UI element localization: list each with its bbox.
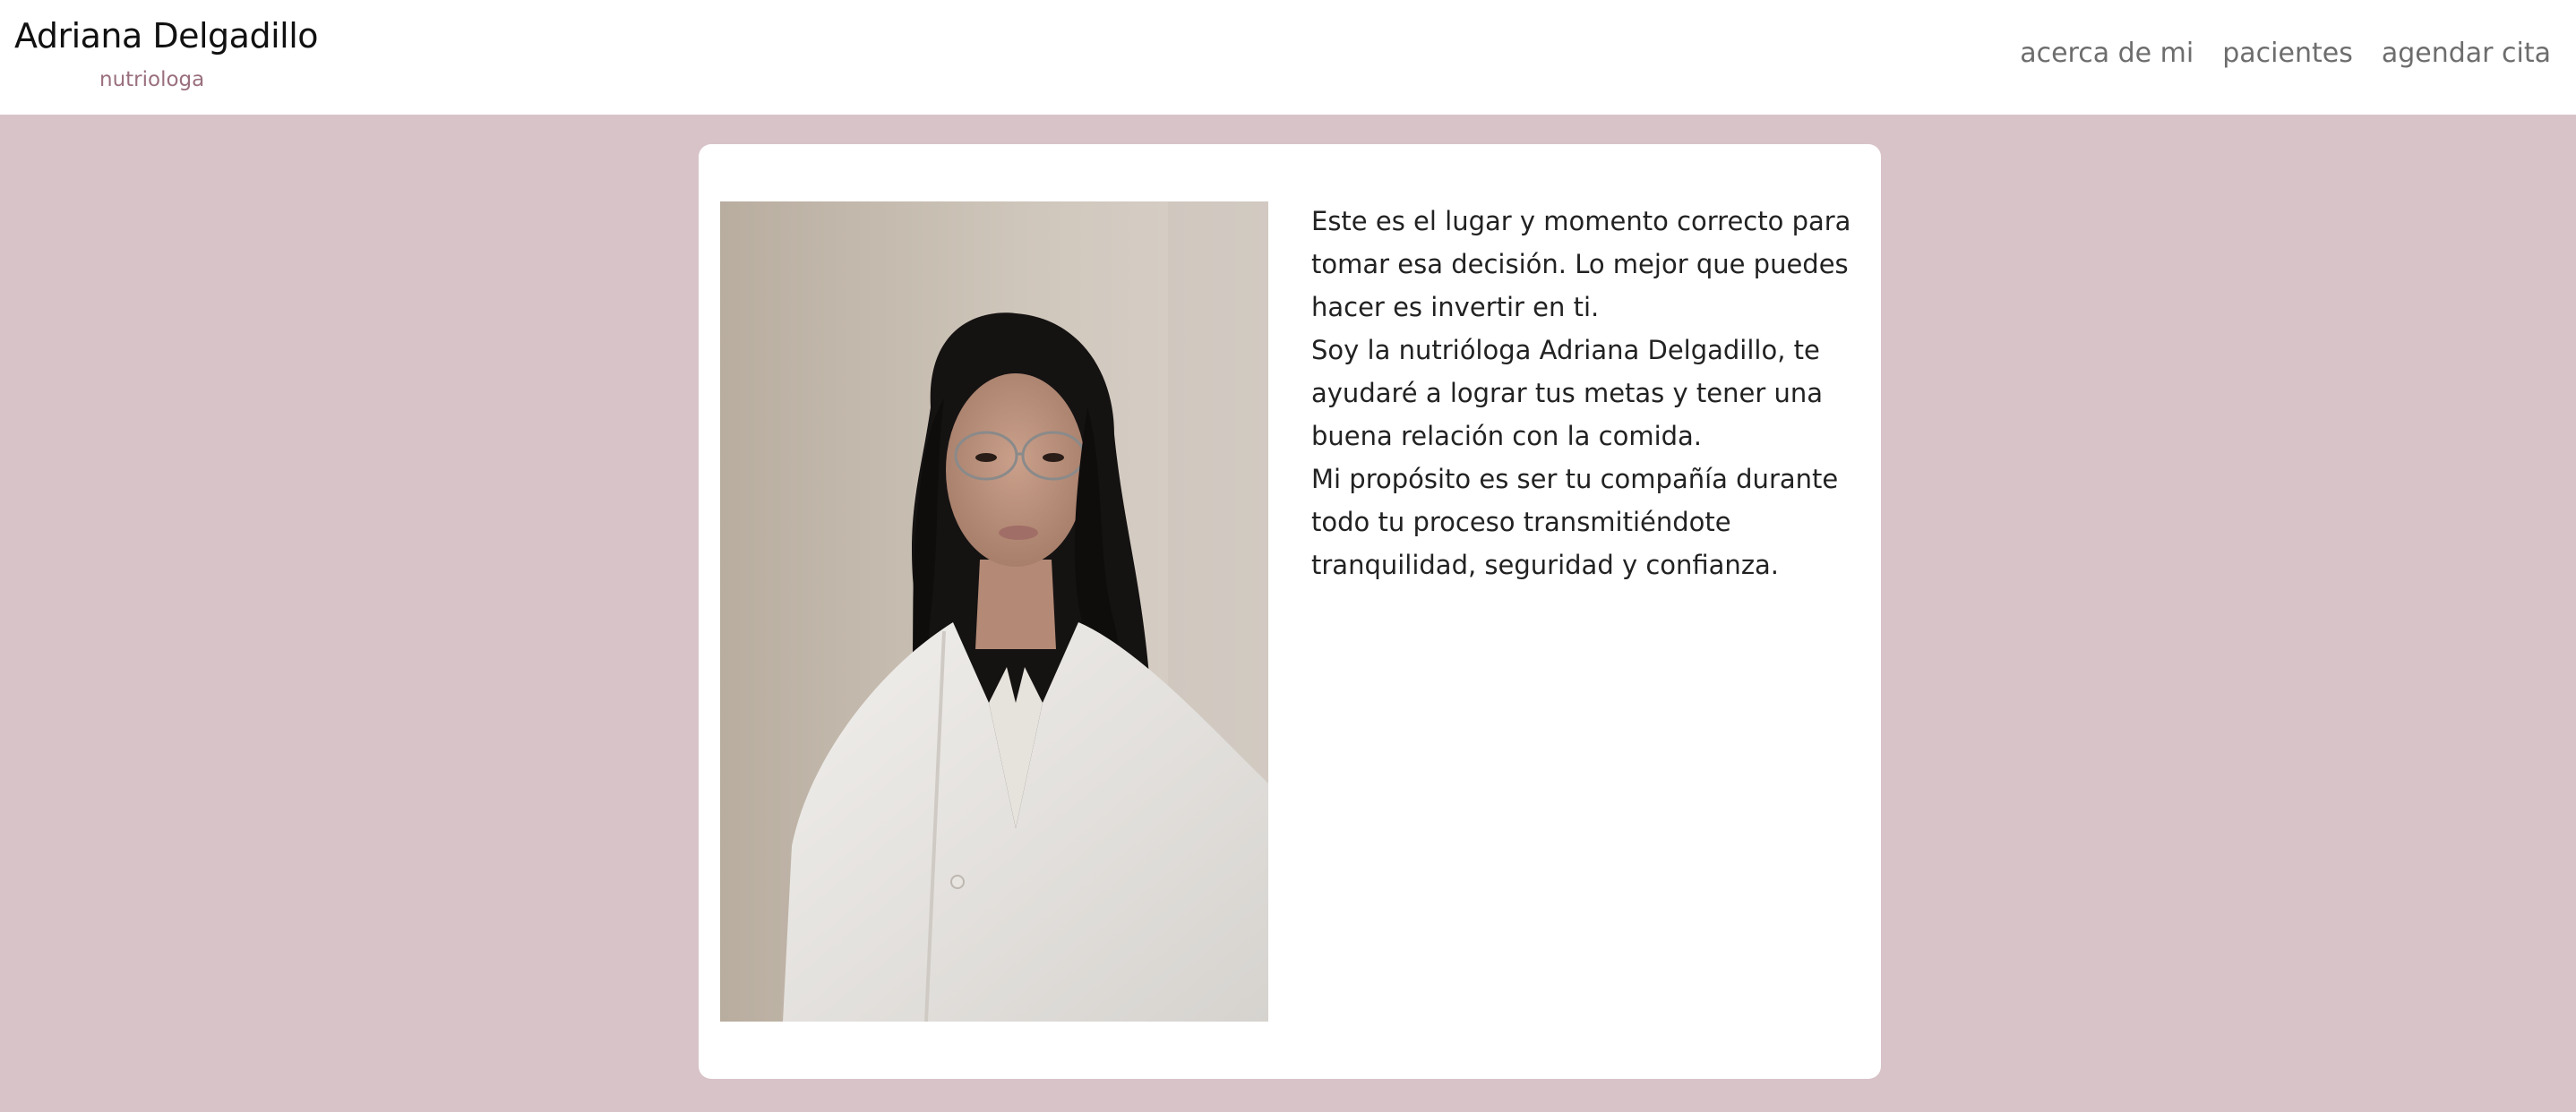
nav-link-pacientes[interactable]: pacientes	[2222, 38, 2353, 69]
profile-photo	[720, 201, 1268, 1022]
site-header: Adriana Delgadillo nutriologa acerca de …	[0, 0, 2576, 115]
site-title[interactable]: Adriana Delgadillo	[14, 16, 319, 56]
about-text: Este es el lugar y momento correcto para…	[1311, 200, 1858, 586]
about-paragraph: Este es el lugar y momento correcto para…	[1311, 206, 1851, 322]
about-paragraph: Soy la nutrióloga Adriana Delgadillo, te…	[1311, 335, 1823, 451]
about-card: Este es el lugar y momento correcto para…	[699, 144, 1881, 1079]
site-subtitle: nutriologa	[99, 68, 205, 91]
about-paragraph: Mi propósito es ser tu compañía durante …	[1311, 464, 1839, 580]
nav-link-agendar-cita[interactable]: agendar cita	[2382, 38, 2551, 69]
nav-link-acerca[interactable]: acerca de mi	[2020, 38, 2194, 69]
main-nav: acerca de mi pacientes agendar cita	[2020, 38, 2551, 69]
